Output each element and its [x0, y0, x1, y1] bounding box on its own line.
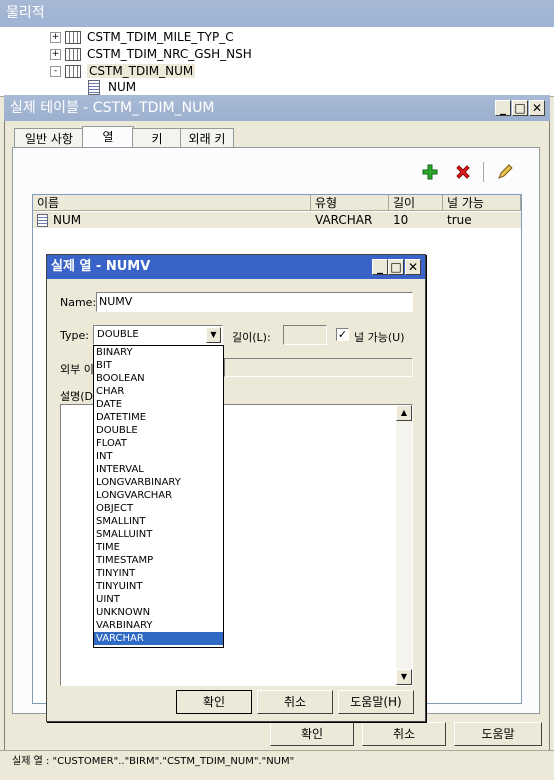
toolbar-divider	[483, 162, 484, 182]
cancel-button[interactable]: 취소	[362, 722, 446, 746]
edit-icon[interactable]	[496, 163, 514, 181]
help-button[interactable]: 도움말	[454, 722, 542, 746]
delete-icon[interactable]	[454, 163, 472, 181]
type-option[interactable]: VARBINARY	[94, 619, 223, 632]
inner-cancel-button[interactable]: 취소	[257, 690, 333, 714]
type-option[interactable]: INT	[94, 450, 223, 463]
tree-child[interactable]: NUM	[88, 79, 136, 96]
column-header-length[interactable]: 길이	[389, 195, 443, 211]
name-label: Name:	[60, 296, 97, 309]
inner-help-button[interactable]: 도움말(H)	[338, 690, 414, 714]
cell-type: VARCHAR	[311, 212, 389, 228]
column-header-name[interactable]: 이름	[33, 195, 311, 211]
type-option[interactable]: BOOLEAN	[94, 372, 223, 385]
status-bar: 실제 열 : "CUSTOMER".."BIRM"."CSTM_TDIM_NUM…	[0, 750, 554, 772]
type-option[interactable]: TIME	[94, 541, 223, 554]
type-option[interactable]: UINT	[94, 593, 223, 606]
type-option[interactable]: BIT	[94, 359, 223, 372]
table-icon	[65, 65, 81, 78]
outer-dialog-title: 실제 테이블 - CSTM_TDIM_NUM	[4, 95, 550, 121]
tree-child-label: NUM	[108, 80, 137, 94]
type-option[interactable]: DOUBLE	[94, 424, 223, 437]
type-option[interactable]: INTERVAL	[94, 463, 223, 476]
type-dropdown-list: BINARY BIT BOOLEAN CHAR DATE DATETIME DO…	[93, 345, 224, 648]
type-option[interactable]: LONGVARBINARY	[94, 476, 223, 489]
nullable-checkbox[interactable]: ✓	[336, 328, 349, 341]
length-label: 길이(L):	[232, 331, 271, 344]
type-option[interactable]: SMALLUINT	[94, 528, 223, 541]
maximize-button[interactable]: □	[388, 259, 404, 275]
type-label: Type:	[60, 329, 89, 342]
tree-item[interactable]: + CSTM_TDIM_MILE_TYP_C	[50, 29, 234, 46]
column-header-nullable[interactable]: 널 가능	[443, 195, 521, 211]
type-option[interactable]: LONGVARCHAR	[94, 489, 223, 502]
chevron-down-icon[interactable]: ▼	[206, 327, 221, 343]
panel-title: 물리적	[0, 0, 554, 27]
collapse-icon[interactable]: -	[50, 66, 61, 77]
add-icon[interactable]	[421, 163, 439, 181]
inner-ok-button[interactable]: 확인	[176, 690, 252, 714]
tree-item-label: CSTM_TDIM_NUM	[87, 64, 196, 78]
type-select[interactable]: DOUBLE ▼	[93, 325, 223, 345]
inner-dialog-title: 실제 열 - NUMV	[47, 255, 425, 279]
close-button[interactable]: ✕	[405, 259, 421, 275]
tree-item[interactable]: + CSTM_TDIM_NRC_GSH_NSH	[50, 46, 252, 63]
nullable-label: 널 가능(U)	[354, 331, 405, 344]
scroll-up-icon[interactable]: ▲	[396, 405, 412, 421]
type-option[interactable]: TIMESTAMP	[94, 554, 223, 567]
type-option-selected[interactable]: VARCHAR	[94, 632, 223, 645]
expand-icon[interactable]: +	[50, 49, 61, 60]
table-icon	[65, 31, 81, 44]
type-option[interactable]: FLOAT	[94, 437, 223, 450]
maximize-button[interactable]: □	[512, 100, 528, 116]
type-option[interactable]: UNKNOWN	[94, 606, 223, 619]
tree-item-label: CSTM_TDIM_NRC_GSH_NSH	[87, 47, 252, 61]
ok-button[interactable]: 확인	[270, 722, 354, 746]
tab-keys[interactable]: 키	[132, 128, 182, 149]
type-option[interactable]: DATETIME	[94, 411, 223, 424]
minimize-button[interactable]: _	[495, 100, 511, 116]
close-button[interactable]: ✕	[529, 100, 545, 116]
type-option[interactable]: TINYINT	[94, 567, 223, 580]
column-header-type[interactable]: 유형	[311, 195, 389, 211]
tree-item-label: CSTM_TDIM_MILE_TYP_C	[87, 30, 234, 44]
external-input[interactable]	[224, 358, 413, 377]
external-label: 외부 이	[60, 363, 94, 376]
type-option[interactable]: BINARY	[94, 346, 223, 359]
type-option[interactable]: SMALLINT	[94, 515, 223, 528]
type-option[interactable]: TINYUINT	[94, 580, 223, 593]
column-icon	[88, 80, 100, 95]
description-label: 설명(D	[60, 390, 94, 403]
table-icon	[65, 48, 81, 61]
cell-nullable: true	[443, 212, 521, 228]
type-option[interactable]: CHAR	[94, 385, 223, 398]
expand-icon[interactable]: +	[50, 32, 61, 43]
cell-length: 10	[389, 212, 443, 228]
length-input[interactable]	[283, 325, 327, 345]
minimize-button[interactable]: _	[372, 259, 388, 275]
tab-bar: 일반 사항 열 키 외래 키	[14, 126, 314, 149]
tab-foreign-keys[interactable]: 외래 키	[180, 128, 234, 149]
name-input[interactable]: NUMV	[96, 292, 413, 312]
tree-item-selected[interactable]: - CSTM_TDIM_NUM	[50, 63, 196, 80]
column-icon	[37, 214, 48, 227]
scroll-down-icon[interactable]: ▼	[396, 669, 412, 685]
type-option[interactable]: DATE	[94, 398, 223, 411]
cell-name: NUM	[33, 212, 311, 228]
tab-columns[interactable]: 열	[82, 126, 134, 149]
object-tree: + CSTM_TDIM_MILE_TYP_C + CSTM_TDIM_NRC_GSH…	[0, 27, 554, 97]
tab-general[interactable]: 일반 사항	[14, 128, 84, 149]
type-option[interactable]: OBJECT	[94, 502, 223, 515]
scrollbar[interactable]: ▲ ▼	[396, 405, 412, 685]
